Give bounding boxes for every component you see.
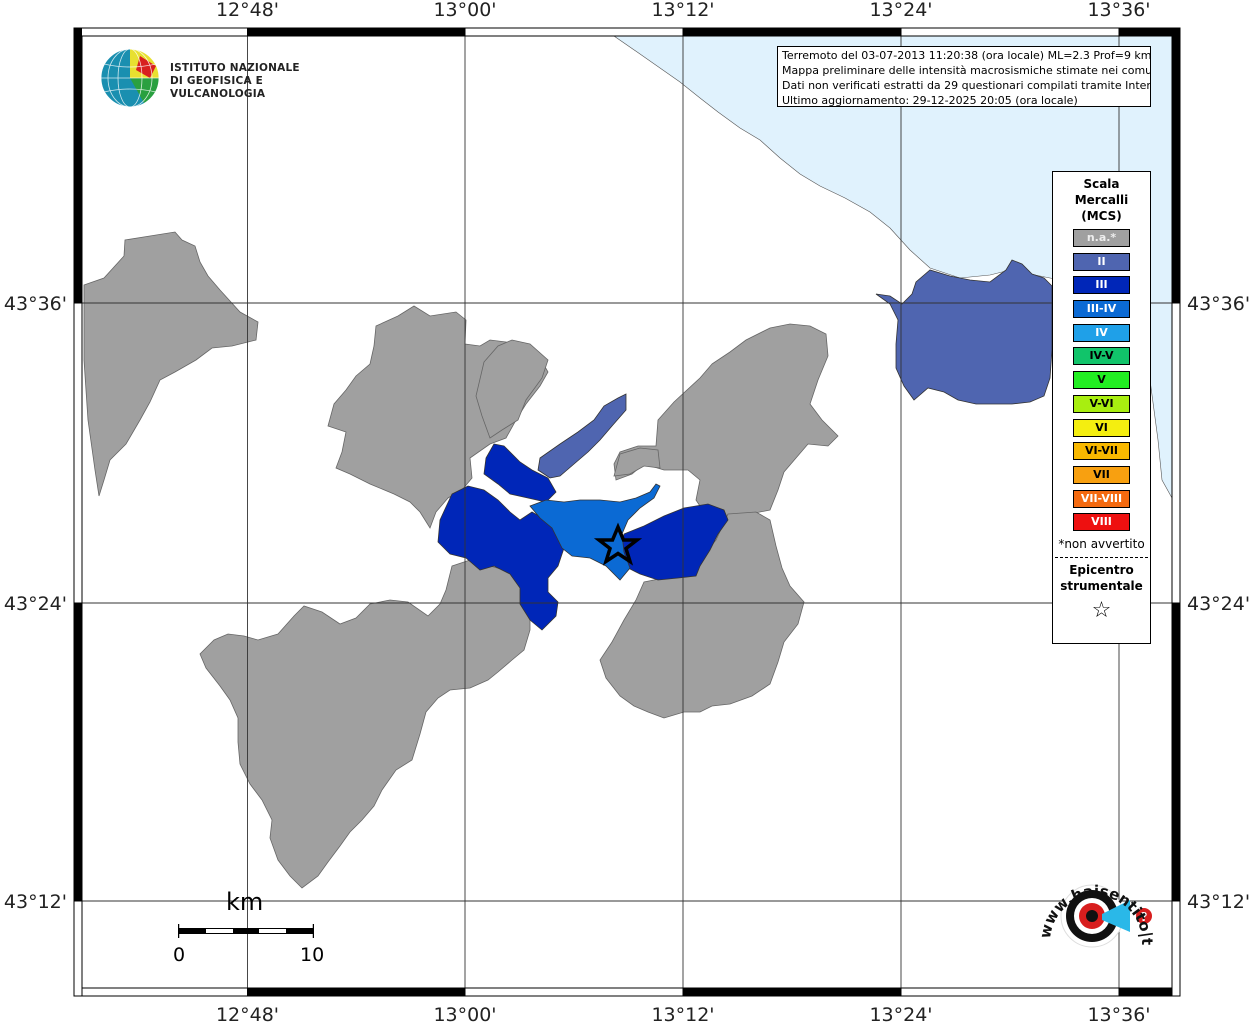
lat-label-right-2: 43°24' [1187,593,1250,615]
lon-label-bottom-1: 12°48' [216,1004,279,1024]
legend-item: III [1073,276,1130,295]
municipality-northeast [613,323,839,523]
legend-epicenter-label: Epicentro strumentale [1053,562,1150,594]
municipality-intensity-II [537,393,627,479]
legend-item: VII [1073,465,1130,484]
event-info-box: Terremoto del 03-07-2013 11:20:38 (ora l… [777,46,1151,107]
legend-epicenter-line2: strumentale [1060,578,1143,593]
legend-item: IV-V [1073,347,1130,366]
legend-item: VIII [1073,513,1130,532]
event-info-line4: Ultimo aggiornamento: 29-12-2025 20:05 (… [782,94,1078,107]
lon-label-bottom-2: 13°00' [433,1004,496,1024]
lon-label-top-2: 13°00' [433,0,496,21]
lon-label-bottom-4: 13°24' [869,1004,932,1024]
lat-label-right-3: 43°12' [1187,891,1250,913]
legend-item: III-IV [1073,300,1130,319]
lat-label-left-3: 43°12' [4,891,67,913]
legend-item: V-VI [1073,394,1130,413]
ingv-logo-line1: ISTITUTO NAZIONALE [170,62,300,74]
ingv-logo-line2: DI GEOFISICA E VULCANOLOGIA [170,75,266,100]
lon-label-bottom-5: 13°36' [1087,1004,1150,1024]
legend-title: Scala Mercalli (MCS) [1053,176,1150,224]
grey-municipalities [83,231,839,889]
ingv-globe-icon [100,48,160,108]
lat-label-left-2: 43°24' [4,593,67,615]
municipality-coast-intensity-II [875,259,1053,405]
legend-separator [1055,556,1148,558]
scale-zero-label: 0 [173,944,186,966]
haisentito-logo: ? www.haisentito|terremoto.it [1030,860,1156,948]
legend-item: VII-VIII [1073,489,1130,508]
legend-item: VI [1073,418,1130,437]
municipality-south [199,559,531,889]
municipality-west [83,231,259,497]
legend-items: n.a.* II III III-IV IV IV-V V V-VI VI VI-VII VII VI… [1053,229,1150,532]
legend-title-line3: (MCS) [1081,209,1122,223]
lon-label-top-1: 12°48' [216,0,279,21]
scale-ticks [178,924,314,938]
legend-title-line2: Mercalli [1074,193,1129,207]
legend-item: VI-VII [1073,442,1130,461]
lat-label-right-1: 43°36' [1187,293,1250,315]
legend-item: II [1073,252,1130,271]
legend-item: IV [1073,323,1130,342]
lat-label-left-1: 43°36' [4,293,67,315]
legend-star-icon: ☆ [1091,597,1112,623]
event-info-line2: Mappa preliminare delle intensità macros… [782,64,1151,77]
legend-item: V [1073,371,1130,390]
lon-label-top-4: 13°24' [869,0,932,21]
legend-item: n.a.* [1073,229,1130,247]
scale-bar: km 0 10 [170,888,330,968]
lon-label-bottom-3: 13°12' [651,1004,714,1024]
mcs-legend: Scala Mercalli (MCS) n.a.* II III III-IV IV I… [1052,171,1151,644]
event-info-line1: Terremoto del 03-07-2013 11:20:38 (ora l… [782,49,1151,62]
scale-unit: km [226,888,264,916]
ingv-logo: ISTITUTO NAZIONALE DI GEOFISICA E VULCAN… [100,48,320,110]
scale-max-label: 10 [300,944,325,966]
lon-label-top-5: 13°36' [1087,0,1150,21]
legend-note: *non avvertito [1058,536,1145,551]
legend-title-line1: Scala [1083,177,1120,191]
legend-epicenter-line1: Epicentro [1069,562,1134,577]
lon-label-top-3: 13°12' [651,0,714,21]
event-info-line3: Dati non verificati estratti da 29 quest… [782,79,1151,92]
